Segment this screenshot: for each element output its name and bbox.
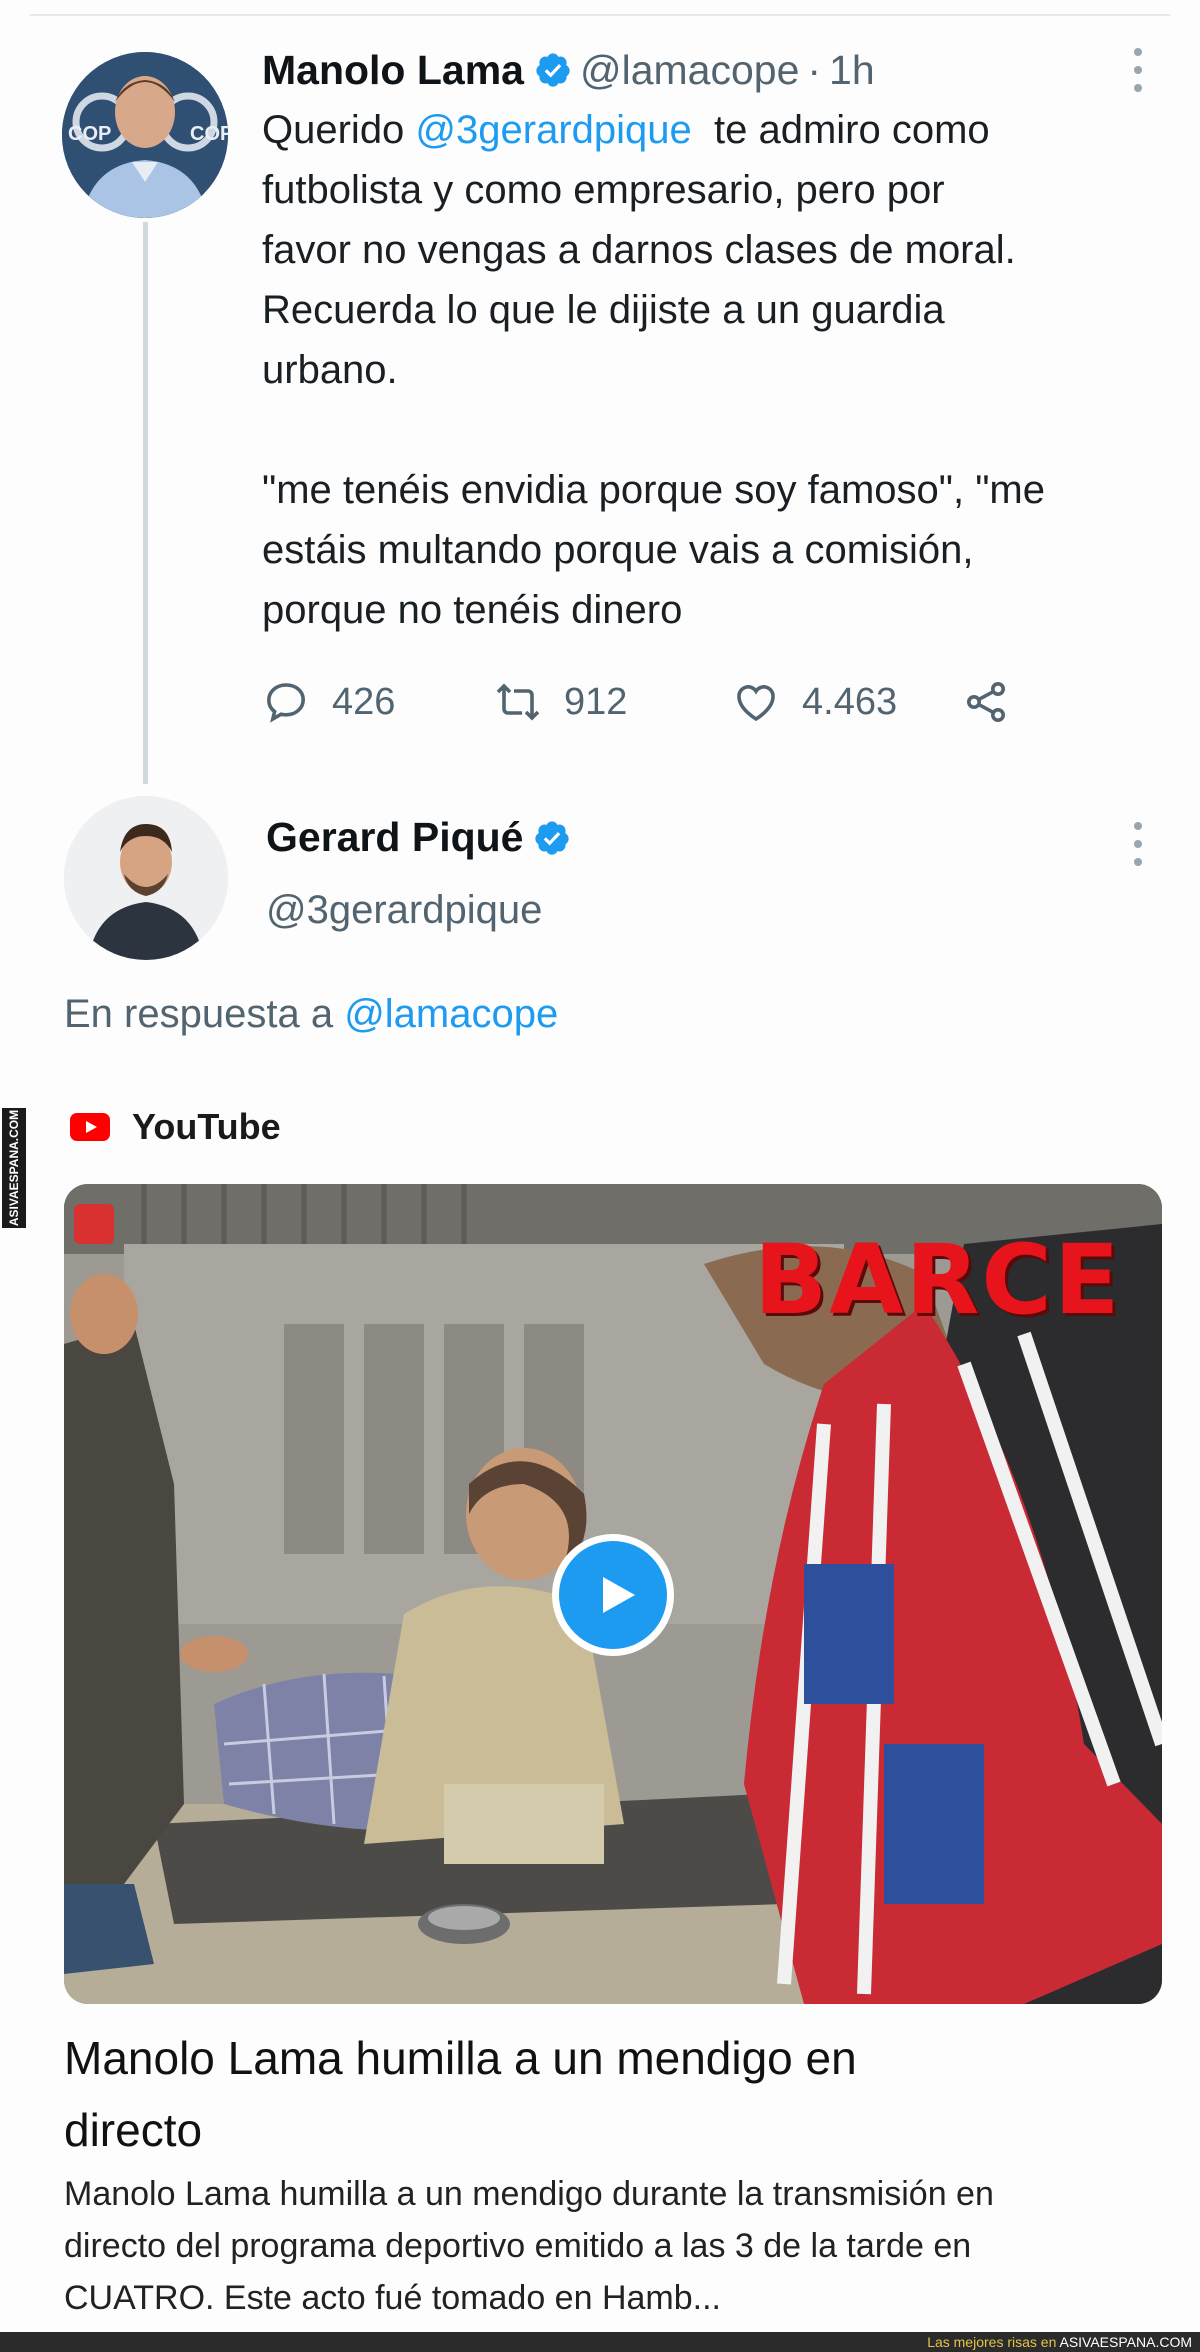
footer-site-link[interactable]: ASIVAESPANA.COM xyxy=(1059,2334,1192,2350)
like-count: 4.463 xyxy=(802,680,898,723)
svg-text:COP: COP xyxy=(190,123,228,145)
card-source: YouTube xyxy=(70,1106,281,1148)
avatar-gerard-pique[interactable] xyxy=(64,796,228,960)
side-watermark: ASIVAESPANA.COM xyxy=(2,1108,26,1228)
tweet1-text: Querido @3gerardpique te admiro como fut… xyxy=(262,100,1162,640)
avatar-manolo-lama[interactable]: COP COP xyxy=(62,52,228,218)
tweet1-header: Manolo Lama @lamacope · 1h xyxy=(262,40,875,100)
verified-badge-icon xyxy=(535,820,570,855)
footer-watermark: Las mejores risas en ASIVAESPANA.COM xyxy=(0,2332,1200,2352)
top-divider xyxy=(30,14,1170,16)
retweet-button[interactable]: 912 xyxy=(494,678,627,726)
screenshot-page: COP COP Manolo Lama @lamacope · 1h Queri… xyxy=(0,0,1200,2352)
retweet-count: 912 xyxy=(564,680,628,723)
tweet-line: urbano. xyxy=(262,348,398,392)
tweet2-author: Gerard Piqué xyxy=(266,814,579,861)
play-icon xyxy=(603,1577,635,1613)
author-handle[interactable]: @lamacope xyxy=(580,47,799,94)
reply-button[interactable]: 426 xyxy=(262,678,395,726)
author-name[interactable]: Gerard Piqué xyxy=(266,814,523,861)
author-handle[interactable]: @3gerardpique xyxy=(266,888,542,933)
header-separator: · xyxy=(807,46,822,93)
tweet-time[interactable]: 1h xyxy=(829,47,875,94)
verified-badge-icon xyxy=(536,53,570,87)
thread-connector-line xyxy=(143,222,148,784)
more-options-icon[interactable] xyxy=(1130,822,1146,866)
card-source-label: YouTube xyxy=(132,1106,281,1147)
avatar-portrait-icon: COP COP xyxy=(62,52,228,218)
avatar-portrait-icon xyxy=(64,796,228,960)
heart-icon xyxy=(737,685,775,722)
card-title[interactable]: Manolo Lama humilla a un mendigo en dire… xyxy=(64,2022,1164,2166)
play-button[interactable] xyxy=(552,1534,674,1656)
tweet-line: porque no tenéis dinero xyxy=(262,588,683,632)
video-thumbnail[interactable]: BARCE xyxy=(64,1184,1162,2004)
thumbnail-overlay-text: BARCE xyxy=(754,1224,1122,1336)
share-icon xyxy=(967,682,1005,722)
share-button[interactable] xyxy=(962,678,1032,726)
tweet-line: "me tenéis envidia porque soy famoso", "… xyxy=(262,468,1045,512)
reply-to-mention[interactable]: @lamacope xyxy=(344,992,558,1036)
tweet-line: estáis multando porque vais a comisión, xyxy=(262,528,974,572)
svg-text:COP: COP xyxy=(68,123,111,145)
mention-link[interactable]: @3gerardpique xyxy=(415,108,691,152)
like-button[interactable]: 4.463 xyxy=(732,678,897,726)
tweet-line: futbolista y como empresario, pero por xyxy=(262,168,945,212)
author-name[interactable]: Manolo Lama xyxy=(262,47,524,94)
more-options-icon[interactable] xyxy=(1130,48,1146,92)
tweet-line: Querido @3gerardpique te admiro como xyxy=(262,108,990,152)
reply-count: 426 xyxy=(332,680,396,723)
tweet-line: favor no vengas a darnos clases de moral… xyxy=(262,228,1016,272)
youtube-logo-icon xyxy=(70,1113,110,1141)
reply-icon xyxy=(266,683,306,723)
reply-context: En respuesta a @lamacope xyxy=(64,992,559,1036)
retweet-icon xyxy=(496,683,540,721)
tweet-line: Recuerda lo que le dijiste a un guardia xyxy=(262,288,945,332)
card-description: Manolo Lama humilla a un mendigo durante… xyxy=(64,2175,994,2317)
